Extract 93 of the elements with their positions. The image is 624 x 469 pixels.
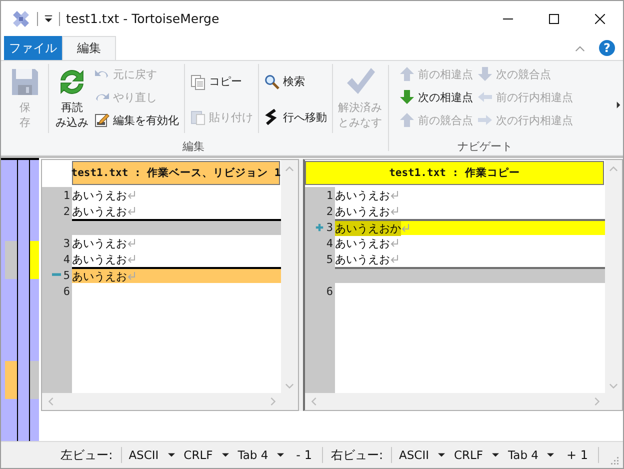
vertical-scrollbar[interactable] [281, 160, 298, 393]
caret-icon [168, 453, 175, 457]
up-arrow-icon [399, 66, 415, 82]
left-arrow-icon [477, 89, 493, 105]
horizontal-scrollbar[interactable] [305, 393, 622, 410]
line-text: あいうえお [72, 188, 127, 202]
line-break-icon [390, 254, 399, 264]
caret-icon [492, 453, 500, 457]
scroll-up-icon[interactable] [285, 166, 294, 172]
line-break-icon [127, 238, 136, 248]
line-number: 4 [326, 236, 333, 250]
large-ribbon-button[interactable]: 再読 み込み [52, 64, 92, 139]
line-number: 6 [326, 284, 333, 298]
scroll-left-icon[interactable] [48, 397, 54, 406]
window-title: test1.txt - TortoiseMerge [66, 11, 220, 26]
scroll-up-icon[interactable] [609, 166, 618, 172]
caret-icon [277, 453, 284, 457]
line-number: 2 [326, 204, 333, 218]
line-text: あいうえお [72, 236, 127, 250]
caret-icon [438, 453, 445, 457]
scroll-right-icon[interactable] [594, 397, 600, 406]
quick-access-dropdown-icon[interactable] [44, 14, 53, 23]
line-number: 2 [63, 204, 70, 218]
line-text: あいうえお [335, 236, 390, 250]
line-break-icon [127, 206, 136, 216]
line-break-icon [127, 190, 136, 200]
line-text: あいうえお [72, 268, 127, 284]
ribbon-group-label: 編集 [182, 139, 206, 155]
diff-overview-drawing[interactable] [1, 158, 39, 441]
line-number: 1 [63, 188, 70, 202]
line-text: あいうえお [72, 204, 127, 218]
plus-icon [315, 222, 324, 232]
line-number: 3 [63, 236, 70, 250]
diff-count: + 1 [566, 448, 588, 462]
line-text: あいうえお [72, 252, 127, 266]
ribbon-button[interactable]: 編集を有効化 [94, 110, 179, 130]
paste-icon [190, 109, 206, 126]
status-dropdown[interactable]: CRLF [454, 448, 500, 462]
close-icon [595, 14, 605, 24]
app-logo-icon[interactable] [11, 8, 31, 28]
scroll-down-icon[interactable] [285, 383, 294, 389]
view-label: 右ビュー: [330, 446, 383, 464]
ribbon-tab[interactable]: 編集 [62, 36, 116, 60]
down-arrow-icon [477, 66, 493, 82]
scroll-right-icon[interactable] [270, 397, 276, 406]
caret-icon [222, 453, 229, 457]
ribbon-button[interactable]: 次の相違点 [399, 87, 473, 107]
line-number: 5 [63, 268, 70, 282]
line-text: あいうえお [335, 188, 390, 202]
line-text: あいうえおか [335, 220, 401, 236]
caret-icon [547, 453, 554, 457]
right-arrow-icon [477, 112, 493, 128]
search-icon [264, 74, 280, 90]
status-dropdown[interactable]: CRLF [184, 448, 229, 462]
line-break-icon [401, 223, 410, 233]
pane-header: test1.txt : 作業コピー [305, 161, 604, 185]
line-break-icon [390, 190, 399, 200]
up-arrow-icon [399, 112, 415, 128]
ribbon-scroll-right-icon[interactable] [616, 101, 621, 109]
copy-icon [190, 74, 206, 90]
line-number: 6 [63, 284, 70, 298]
pencil-document-icon [94, 112, 110, 128]
view-label: 左ビュー: [60, 446, 113, 464]
status-dropdown[interactable]: ASCII [128, 448, 175, 462]
status-dropdown[interactable]: Tab 4 [508, 448, 554, 462]
ribbon-button[interactable]: 検索 [264, 72, 327, 92]
vertical-scrollbar[interactable] [605, 160, 622, 393]
line-break-icon [390, 238, 399, 248]
status-dropdown[interactable]: Tab 4 [238, 448, 284, 462]
status-dropdown[interactable]: ASCII [399, 448, 445, 462]
minus-icon [52, 273, 62, 277]
file-menu-tab[interactable]: ファイル [4, 36, 62, 60]
diff-count: - 1 [296, 448, 312, 462]
line-text: あいうえお [335, 204, 390, 218]
maximize-icon [549, 14, 559, 24]
collapse-ribbon-icon[interactable] [575, 44, 585, 52]
line-break-icon [127, 271, 136, 281]
line-number: 3 [326, 220, 333, 234]
scroll-left-icon[interactable] [311, 397, 317, 406]
ribbon-button[interactable]: 行へ移動 [264, 107, 327, 128]
down-arrow-icon [399, 89, 415, 105]
ribbon-button[interactable]: コピー [190, 72, 253, 92]
line-number: 1 [326, 188, 333, 202]
line-break-icon [390, 206, 399, 216]
help-button[interactable]: ? [599, 40, 615, 56]
scroll-down-icon[interactable] [609, 383, 618, 389]
line-text: あいうえお [335, 252, 390, 266]
ribbon-group-label: ナビゲート [456, 139, 514, 155]
line-number: 4 [63, 252, 70, 266]
line-break-icon [127, 254, 136, 264]
horizontal-scrollbar[interactable] [42, 393, 298, 410]
resize-grip-icon[interactable] [609, 455, 619, 465]
line-number: 5 [326, 252, 333, 266]
